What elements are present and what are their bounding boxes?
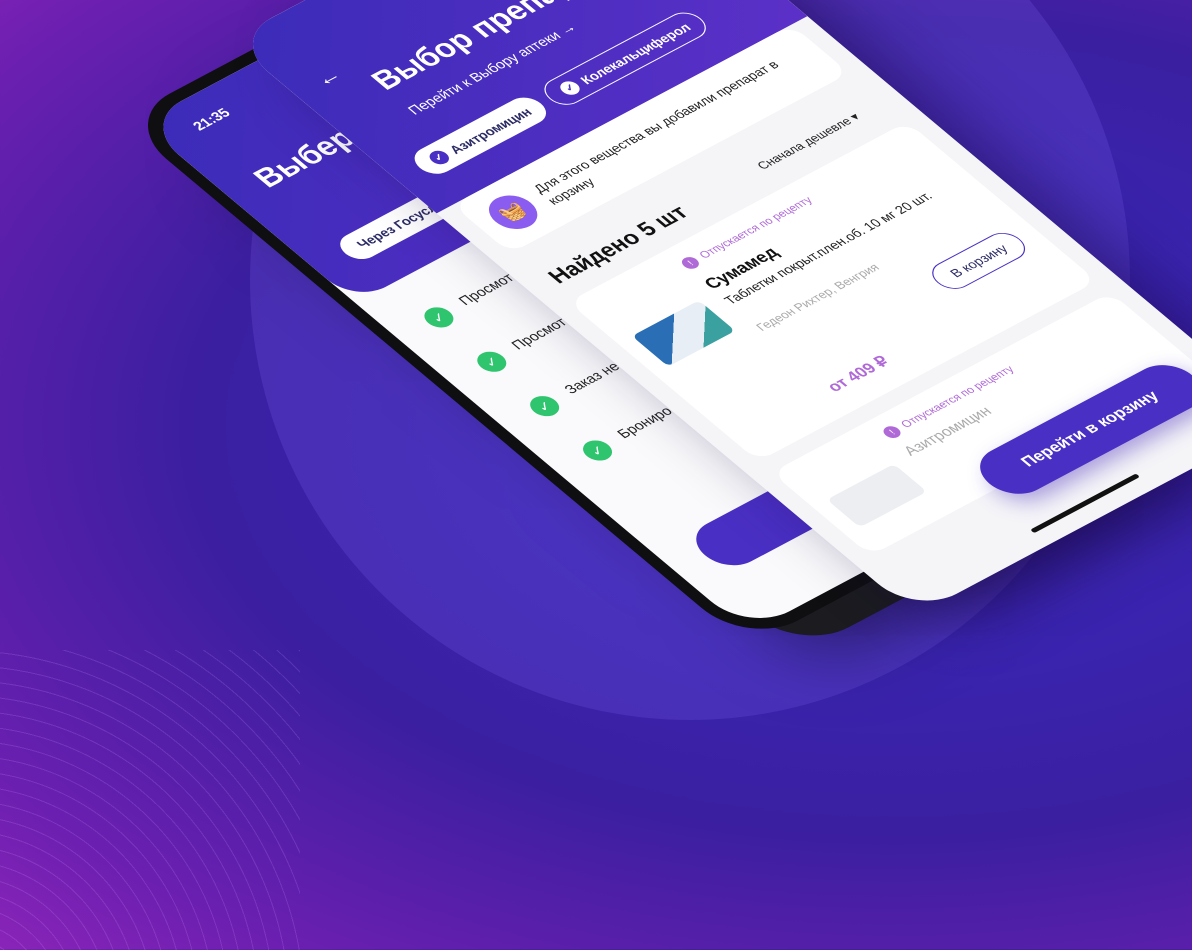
info-icon: ! — [678, 254, 703, 272]
check-icon: ✓ — [425, 148, 453, 167]
check-icon: ✓ — [471, 347, 513, 376]
substance-chip-label: Азитромицин — [445, 104, 535, 157]
check-icon: ✓ — [577, 436, 619, 465]
substance-chip-label: Колекальциферол — [576, 20, 694, 87]
product-price: от 409 ₽ — [823, 353, 894, 396]
back-arrow-icon[interactable]: ← — [307, 63, 348, 91]
check-icon: ✓ — [556, 78, 584, 98]
product-image — [631, 300, 736, 367]
status-time: 21:35 — [188, 105, 234, 134]
product-image — [826, 463, 927, 528]
info-icon: ! — [880, 423, 904, 441]
check-icon: ✓ — [418, 303, 460, 332]
check-icon: ✓ — [524, 392, 566, 421]
background-lines — [0, 650, 300, 950]
basket-icon: 🧺 — [478, 188, 548, 236]
add-to-cart-button[interactable]: В корзину — [923, 227, 1034, 295]
